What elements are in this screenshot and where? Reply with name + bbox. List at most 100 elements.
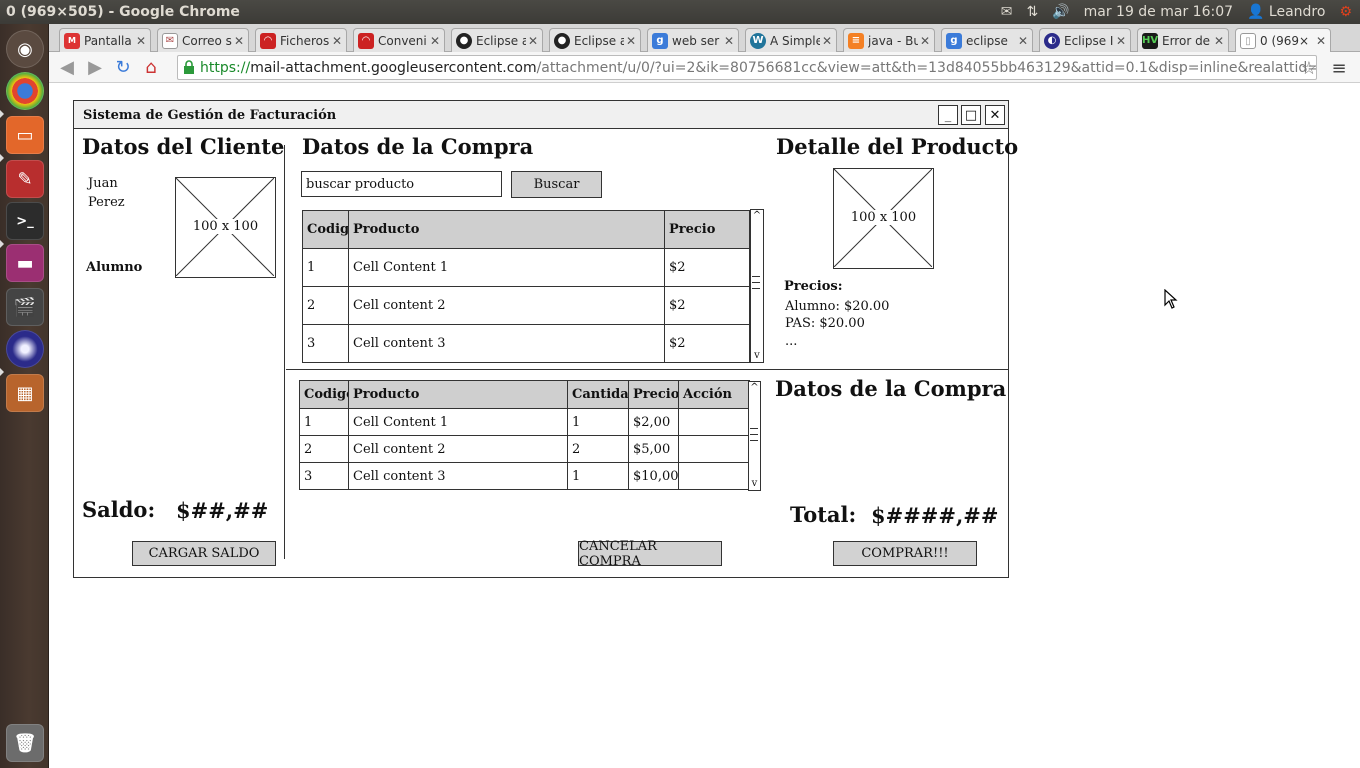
scroll-down-arrow-icon[interactable]: v xyxy=(751,351,763,361)
tab-close-icon[interactable]: ✕ xyxy=(330,34,344,48)
bookmark-star-icon[interactable]: ☆ xyxy=(1295,55,1323,81)
maximize-icon[interactable]: □ xyxy=(961,105,981,125)
table-row[interactable]: 3 Cell content 3 $2 xyxy=(302,324,750,363)
scroll-down-arrow-icon[interactable]: v xyxy=(749,479,760,489)
trash-icon[interactable]: 🗑 xyxy=(6,724,44,762)
user-icon: 👤 xyxy=(1247,4,1265,20)
wordpress-icon: W xyxy=(750,32,766,49)
table-row[interactable]: 1 Cell Content 1 1 $2,00 xyxy=(299,408,750,436)
image-viewer-launcher-icon[interactable]: ▬ xyxy=(6,244,44,282)
cart-scrollbar[interactable]: ^ v xyxy=(748,381,761,491)
product-search-input[interactable]: buscar producto xyxy=(301,171,502,197)
column-header[interactable]: Precio xyxy=(628,380,679,409)
total-label: Total: xyxy=(790,502,857,527)
summary-heading: Datos de la Compra xyxy=(775,376,1007,401)
browser-tab[interactable]: ◠ Conveni ✕ xyxy=(353,28,445,52)
table-row[interactable]: 1 Cell Content 1 $2 xyxy=(302,248,750,287)
scroll-up-arrow-icon[interactable]: ^ xyxy=(749,383,760,393)
eclipse-launcher-icon[interactable] xyxy=(6,330,44,368)
tab-close-icon[interactable]: ✕ xyxy=(624,34,638,48)
tab-close-icon[interactable]: ✕ xyxy=(1212,34,1226,48)
load-balance-button[interactable]: CARGAR SALDO xyxy=(132,541,276,566)
address-bar[interactable]: https://mail-attachment.googleuserconten… xyxy=(177,55,1317,80)
minimize-icon[interactable]: _ xyxy=(938,105,958,125)
browser-tab[interactable]: ≡ java - Bu ✕ xyxy=(843,28,935,52)
tab-close-icon[interactable]: ✕ xyxy=(526,34,540,48)
os-top-panel: 0 (969×505) - Google Chrome ✉ ⇅ 🔊 mar 19… xyxy=(0,0,1360,24)
column-header[interactable]: Cantidad xyxy=(567,380,629,409)
mockup-window-title: Sistema de Gestión de Facturación xyxy=(83,108,337,123)
home-icon[interactable]: ⌂ xyxy=(137,54,165,80)
browser-tab[interactable]: ◐ Eclipse I ✕ xyxy=(1039,28,1131,52)
table-row[interactable]: 2 Cell content 2 2 $5,00 xyxy=(299,435,750,463)
chrome-launcher-icon[interactable] xyxy=(6,72,44,110)
purchase-heading: Datos de la Compra xyxy=(302,134,534,159)
browser-tab[interactable]: g eclipse ✕ xyxy=(941,28,1033,52)
browser-tab[interactable]: ● Eclipse a ✕ xyxy=(451,28,543,52)
products-scrollbar[interactable]: ^ v xyxy=(750,209,764,363)
volume-icon[interactable]: 🔊 xyxy=(1052,4,1069,20)
browser-tab[interactable]: g web ser ✕ xyxy=(647,28,739,52)
workspace-launcher-icon[interactable]: ▦ xyxy=(6,374,44,412)
redhat-icon: ◠ xyxy=(260,32,276,49)
browser-tab[interactable]: HV Error de ✕ xyxy=(1137,28,1229,52)
product-photo-placeholder: 100 x 100 xyxy=(833,168,934,269)
hv-icon: HV xyxy=(1142,32,1158,49)
tab-close-icon[interactable]: ✕ xyxy=(820,34,834,48)
page-icon: ▯ xyxy=(1240,33,1256,49)
browser-tab[interactable]: WA Simple ✕ xyxy=(745,28,837,52)
browser-tab[interactable]: ◠ Ficheros ✕ xyxy=(255,28,347,52)
network-icon[interactable]: ⇅ xyxy=(1026,4,1038,20)
column-header[interactable]: Codigo xyxy=(302,210,349,249)
cancel-purchase-button[interactable]: CANCELAR COMPRA xyxy=(578,539,722,569)
video-launcher-icon[interactable]: 🎬 xyxy=(6,288,44,326)
price-pas: PAS: $20.00 xyxy=(785,316,865,331)
tab-close-icon[interactable]: ✕ xyxy=(1314,34,1328,48)
tab-close-icon[interactable]: ✕ xyxy=(918,34,932,48)
search-button[interactable]: Buscar xyxy=(511,171,602,198)
scroll-up-arrow-icon[interactable]: ^ xyxy=(751,211,763,221)
left-divider xyxy=(284,145,285,559)
browser-tab-active[interactable]: ▯ 0 (969× ✕ xyxy=(1235,28,1331,53)
mockup-titlebar: Sistema de Gestión de Facturación _ □ ✕ xyxy=(74,101,1008,129)
table-row[interactable]: 2 Cell content 2 $2 xyxy=(302,286,750,325)
tab-close-icon[interactable]: ✕ xyxy=(1016,34,1030,48)
stackoverflow-icon: ≡ xyxy=(848,32,864,49)
browser-tab[interactable]: ● Eclipse a ✕ xyxy=(549,28,641,52)
total-value: $####,## xyxy=(871,503,999,528)
column-header[interactable]: Producto xyxy=(348,380,568,409)
column-header[interactable]: Producto xyxy=(348,210,665,249)
browser-tab[interactable]: M Pantalla ✕ xyxy=(59,28,151,52)
close-icon[interactable]: ✕ xyxy=(985,105,1005,125)
terminal-launcher-icon[interactable]: >_ xyxy=(6,202,44,240)
files-launcher-icon[interactable]: ▭ xyxy=(6,116,44,154)
mail-indicator-icon[interactable]: ✉ xyxy=(1001,4,1013,20)
price-alumno: Alumno: $20.00 xyxy=(785,299,890,314)
table-row[interactable]: 3 Cell content 3 1 $10,00 xyxy=(299,462,750,490)
tab-close-icon[interactable]: ✕ xyxy=(722,34,736,48)
redhat-icon: ◠ xyxy=(358,32,374,49)
tab-close-icon[interactable]: ✕ xyxy=(232,34,246,48)
column-header[interactable]: Precio xyxy=(664,210,750,249)
column-header[interactable]: Codigo xyxy=(299,380,349,409)
tab-close-icon[interactable]: ✕ xyxy=(428,34,442,48)
browser-toolbar: ◀ ▶ ↻ ⌂ https://mail-attachment.googleus… xyxy=(49,52,1360,83)
back-arrow-icon[interactable]: ◀ xyxy=(53,54,81,80)
forward-arrow-icon[interactable]: ▶ xyxy=(81,54,109,80)
eclipse-icon: ◐ xyxy=(1044,32,1060,49)
browser-tab[interactable]: ✉ Correo s ✕ xyxy=(157,28,249,52)
tab-close-icon[interactable]: ✕ xyxy=(134,34,148,48)
column-header[interactable]: Acción xyxy=(678,380,750,409)
google-icon: g xyxy=(652,32,668,49)
tab-close-icon[interactable]: ✕ xyxy=(1114,34,1128,48)
settings-launcher-icon[interactable]: ✎ xyxy=(6,160,44,198)
gmail-icon: M xyxy=(64,32,80,49)
user-menu[interactable]: 👤 Leandro xyxy=(1247,4,1325,20)
menu-icon[interactable]: ≡ xyxy=(1325,55,1353,81)
clock[interactable]: mar 19 de mar 16:07 xyxy=(1084,4,1233,20)
power-gear-icon[interactable]: ⚙ xyxy=(1339,4,1352,20)
buy-button[interactable]: COMPRAR!!! xyxy=(833,541,977,566)
reload-icon[interactable]: ↻ xyxy=(109,54,137,80)
product-detail-heading: Detalle del Producto xyxy=(776,134,1019,159)
dash-home-icon[interactable]: ◉ xyxy=(6,30,44,68)
